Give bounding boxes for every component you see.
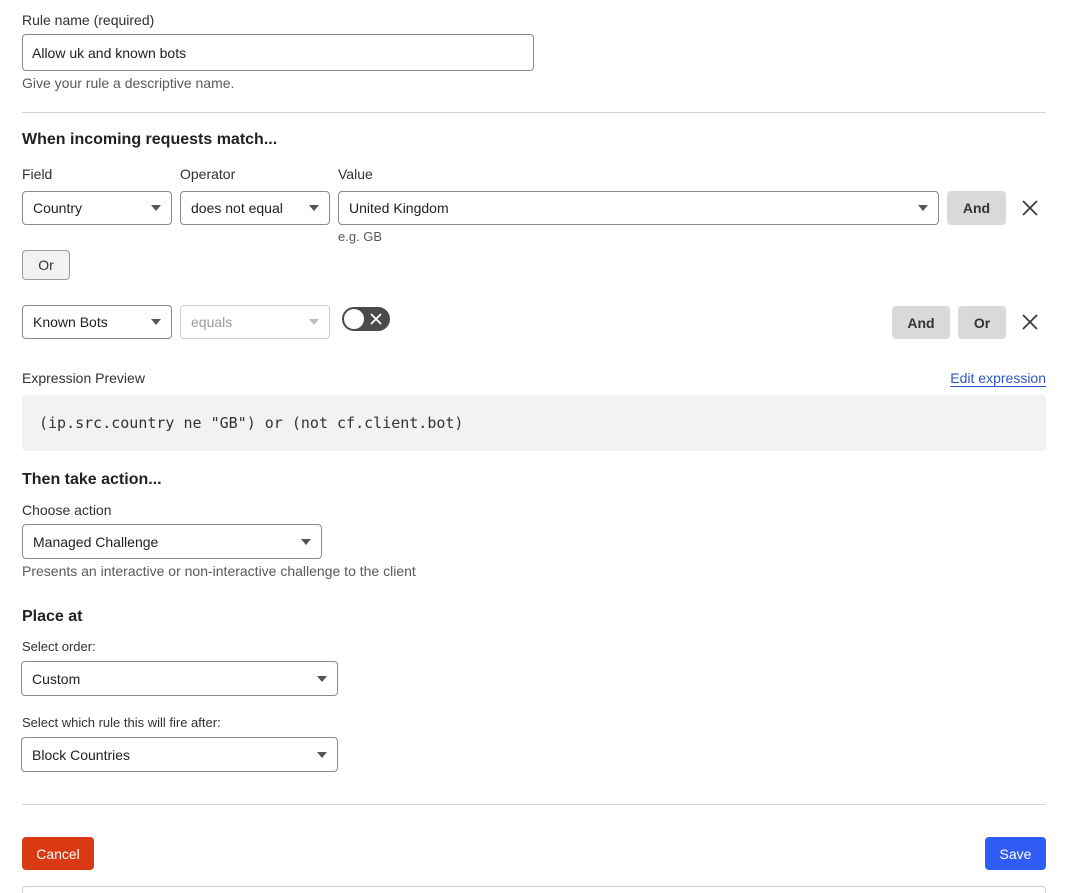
value-select-1[interactable]: United Kingdom (338, 191, 939, 225)
action-select[interactable]: Managed Challenge (22, 524, 322, 559)
operator-select-1[interactable]: does not equal (180, 191, 330, 225)
remove-row-1-button[interactable] (1019, 197, 1041, 222)
match-heading: When incoming requests match... (22, 131, 278, 148)
after-rule-label: Select which rule this will fire after: (22, 715, 221, 730)
footer-divider (22, 804, 1046, 805)
field-select-2[interactable]: Known Bots (22, 305, 172, 339)
operator-select-2-value: equals (191, 314, 233, 330)
rule-name-input[interactable]: Allow uk and known bots (22, 34, 534, 71)
field-select-1[interactable]: Country (22, 191, 172, 225)
expression-preview-label: Expression Preview (22, 370, 145, 386)
and-button-2[interactable]: And (892, 306, 950, 339)
operator-select-1-value: does not equal (191, 200, 283, 216)
action-select-value: Managed Challenge (33, 533, 159, 550)
order-select[interactable]: Custom (21, 661, 338, 696)
chevron-down-icon (151, 205, 161, 211)
close-icon (1022, 200, 1038, 216)
close-icon (370, 313, 382, 325)
operator-label: Operator (180, 166, 236, 182)
rule-name-value: Allow uk and known bots (32, 44, 187, 61)
expression-preview: (ip.src.country ne "GB") or (not cf.clie… (22, 395, 1046, 451)
and-button-1[interactable]: And (947, 191, 1006, 225)
field-select-1-value: Country (33, 200, 83, 216)
action-hint: Presents an interactive or non-interacti… (22, 563, 416, 579)
or-button[interactable]: Or (22, 250, 70, 280)
choose-action-label: Choose action (22, 502, 112, 518)
or-button-2[interactable]: Or (958, 306, 1006, 339)
after-rule-select[interactable]: Block Countries (21, 737, 338, 772)
order-select-value: Custom (32, 670, 81, 687)
next-panel-edge (22, 886, 1046, 893)
order-label: Select order: (22, 639, 96, 654)
cancel-button[interactable]: Cancel (22, 837, 94, 870)
known-bots-toggle[interactable] (342, 307, 390, 331)
action-heading: Then take action... (22, 471, 162, 488)
field-label: Field (22, 166, 53, 182)
value-select-1-value: United Kingdom (349, 200, 449, 216)
value-label: Value (338, 166, 373, 182)
value-hint: e.g. GB (338, 229, 383, 244)
chevron-down-icon (151, 319, 161, 325)
chevron-down-icon (301, 538, 311, 545)
operator-select-2: equals (180, 305, 330, 339)
edit-expression-link[interactable]: Edit expression (950, 370, 1046, 386)
place-heading: Place at (22, 608, 83, 625)
rule-name-label: Rule name (required) (22, 12, 155, 28)
save-button[interactable]: Save (985, 837, 1046, 870)
chevron-down-icon (317, 675, 327, 682)
remove-row-2-button[interactable] (1019, 311, 1041, 336)
after-rule-select-value: Block Countries (32, 746, 131, 763)
expression-code: (ip.src.country ne "GB") or (not cf.clie… (39, 414, 464, 432)
close-icon (1022, 314, 1038, 330)
toggle-knob (344, 309, 364, 329)
chevron-down-icon (309, 205, 319, 211)
rule-name-hint: Give your rule a descriptive name. (22, 75, 235, 91)
chevron-down-icon (317, 751, 327, 758)
field-select-2-value: Known Bots (33, 314, 108, 330)
chevron-down-icon (918, 205, 928, 211)
chevron-down-icon (309, 319, 319, 325)
section-divider (22, 112, 1046, 113)
